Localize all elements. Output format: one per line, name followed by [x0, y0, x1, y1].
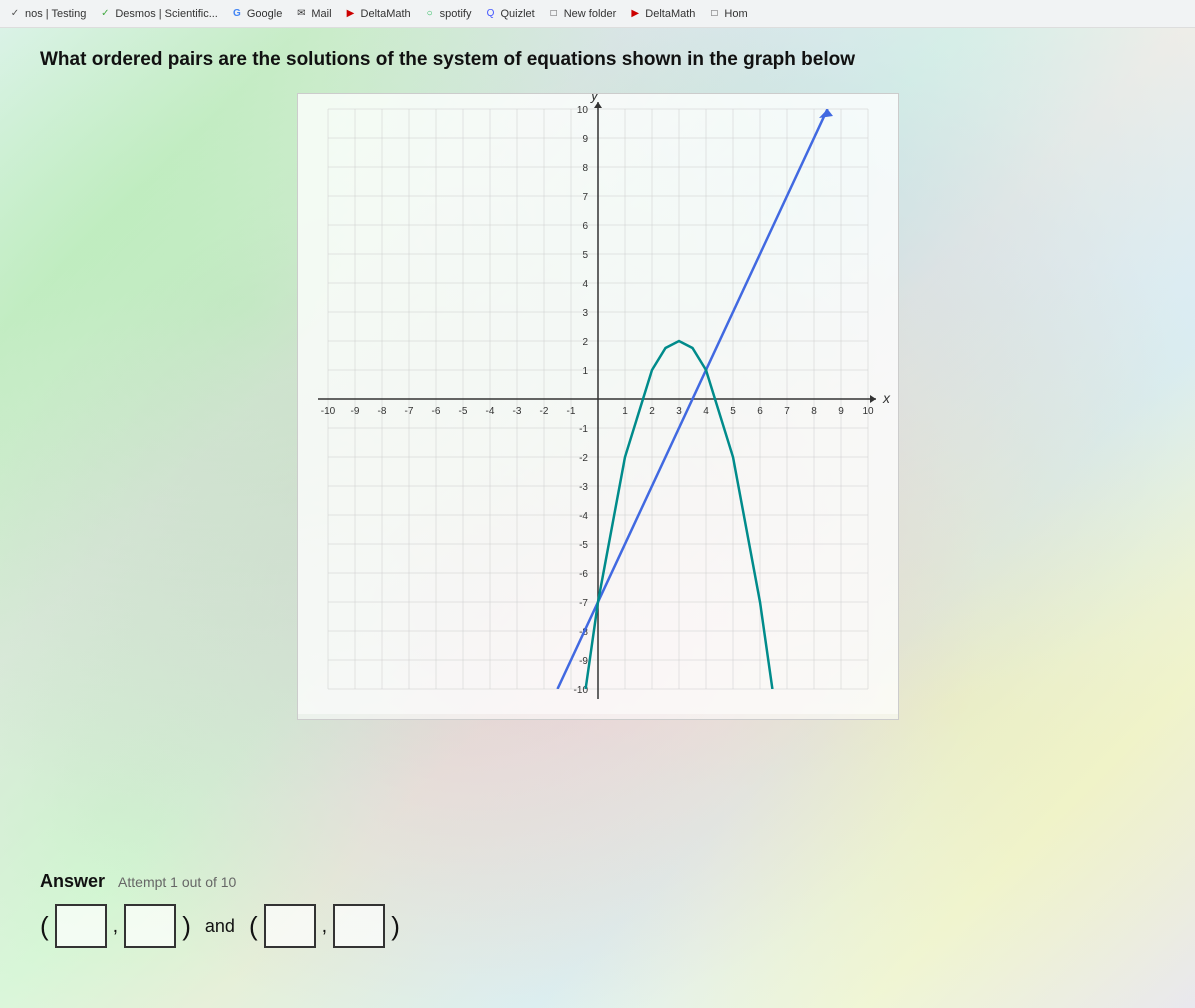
svg-text:-2: -2	[579, 453, 588, 464]
answer-box-3[interactable]	[264, 904, 316, 948]
svg-text:6: 6	[582, 221, 588, 232]
bookmark-quizlet[interactable]: Q Quizlet	[483, 7, 534, 21]
bookmark-google[interactable]: G Google	[230, 7, 282, 21]
bookmark-label-home: Hom	[724, 8, 747, 20]
svg-text:-7: -7	[404, 406, 413, 417]
svg-text:-1: -1	[566, 406, 575, 417]
svg-text:-5: -5	[579, 540, 588, 551]
bookmark-label-deltamath2: DeltaMath	[645, 8, 695, 20]
graph-container: x y -10 -9 -8 -7 -6 -5 -4 -3 -2 -1 1 2	[40, 93, 1155, 720]
bookmark-icon-deltamath1: ▶	[344, 7, 358, 21]
y-axis-label: y	[590, 94, 599, 103]
svg-text:-4: -4	[485, 406, 494, 417]
bookmark-label-newfolder: New folder	[564, 8, 617, 20]
bookmark-spotify[interactable]: ○ spotify	[423, 7, 472, 21]
svg-text:2: 2	[649, 406, 655, 417]
bookmark-icon-quizlet: Q	[483, 7, 497, 21]
svg-text:-10: -10	[320, 406, 335, 417]
answer-input-4[interactable]	[335, 906, 383, 946]
bookmark-icon-mail: ✉	[294, 7, 308, 21]
answer-box-2[interactable]	[124, 904, 176, 948]
bookmark-newfolder[interactable]: □ New folder	[547, 7, 617, 21]
open-paren-1: (	[40, 913, 49, 939]
svg-text:-6: -6	[579, 569, 588, 580]
svg-text:7: 7	[582, 192, 588, 203]
bookmark-desmos[interactable]: ✓ Desmos | Scientific...	[98, 7, 218, 21]
svg-text:-4: -4	[579, 511, 588, 522]
svg-text:5: 5	[730, 406, 736, 417]
close-paren-1: )	[182, 913, 191, 939]
bookmark-icon-home: □	[707, 7, 721, 21]
svg-text:-3: -3	[512, 406, 521, 417]
svg-text:-5: -5	[458, 406, 467, 417]
attempt-text: Attempt 1 out of 10	[118, 874, 236, 890]
svg-text:5: 5	[582, 250, 588, 261]
comma-2: ,	[322, 915, 328, 938]
svg-text:3: 3	[582, 308, 588, 319]
svg-text:2: 2	[582, 337, 588, 348]
bookmark-icon-newfolder: □	[547, 7, 561, 21]
svg-text:3: 3	[676, 406, 682, 417]
answer-input-1[interactable]	[57, 906, 105, 946]
svg-text:8: 8	[811, 406, 817, 417]
svg-text:8: 8	[582, 163, 588, 174]
graph-wrapper: x y -10 -9 -8 -7 -6 -5 -4 -3 -2 -1 1 2	[297, 93, 899, 720]
bookmark-label-spotify: spotify	[440, 8, 472, 20]
answer-text: Answer	[40, 871, 105, 891]
bookmarks-bar: ✓ nos | Testing ✓ Desmos | Scientific...…	[0, 0, 1195, 28]
bookmark-icon-testing: ✓	[8, 7, 22, 21]
svg-text:7: 7	[784, 406, 790, 417]
bookmark-label-quizlet: Quizlet	[500, 8, 534, 20]
answer-label: Answer Attempt 1 out of 10	[40, 871, 400, 892]
main-content: What ordered pairs are the solutions of …	[0, 28, 1195, 1008]
svg-text:-9: -9	[350, 406, 359, 417]
bookmark-label-deltamath1: DeltaMath	[361, 8, 411, 20]
bookmark-home[interactable]: □ Hom	[707, 7, 747, 21]
bookmark-mail[interactable]: ✉ Mail	[294, 7, 331, 21]
bookmark-label-testing: nos | Testing	[25, 8, 86, 20]
bookmark-icon-deltamath2: ▶	[628, 7, 642, 21]
bookmark-testing[interactable]: ✓ nos | Testing	[8, 7, 86, 21]
svg-text:9: 9	[582, 134, 588, 145]
svg-text:-9: -9	[579, 656, 588, 667]
and-text: and	[205, 916, 235, 937]
svg-text:6: 6	[757, 406, 763, 417]
open-paren-2: (	[249, 913, 258, 939]
svg-text:10: 10	[576, 105, 588, 116]
comma-1: ,	[113, 915, 119, 938]
svg-text:4: 4	[582, 279, 588, 290]
svg-text:-8: -8	[377, 406, 386, 417]
coordinate-graph: x y -10 -9 -8 -7 -6 -5 -4 -3 -2 -1 1 2	[298, 94, 898, 714]
svg-text:1: 1	[582, 366, 588, 377]
bookmark-icon-desmos: ✓	[98, 7, 112, 21]
bookmark-label-google: Google	[247, 8, 282, 20]
bookmark-label-mail: Mail	[311, 8, 331, 20]
close-paren-2: )	[391, 913, 400, 939]
x-axis-label: x	[882, 390, 891, 406]
svg-text:-3: -3	[579, 482, 588, 493]
svg-text:-7: -7	[579, 598, 588, 609]
svg-text:-2: -2	[539, 406, 548, 417]
svg-text:10: 10	[862, 406, 874, 417]
bookmark-deltamath2[interactable]: ▶ DeltaMath	[628, 7, 695, 21]
answer-input-3[interactable]	[266, 906, 314, 946]
svg-text:9: 9	[838, 406, 844, 417]
bookmark-icon-google: G	[230, 7, 244, 21]
answer-section: Answer Attempt 1 out of 10 ( , ) and ( ,	[40, 871, 400, 948]
svg-text:1: 1	[622, 406, 628, 417]
bookmark-deltamath1[interactable]: ▶ DeltaMath	[344, 7, 411, 21]
bookmark-label-desmos: Desmos | Scientific...	[115, 8, 218, 20]
answer-input-2[interactable]	[126, 906, 174, 946]
bookmark-icon-spotify: ○	[423, 7, 437, 21]
answer-box-1[interactable]	[55, 904, 107, 948]
svg-text:4: 4	[703, 406, 709, 417]
svg-text:-6: -6	[431, 406, 440, 417]
svg-text:-1: -1	[579, 424, 588, 435]
answer-box-4[interactable]	[333, 904, 385, 948]
question-text: What ordered pairs are the solutions of …	[40, 48, 1155, 73]
answer-inputs: ( , ) and ( , )	[40, 904, 400, 948]
